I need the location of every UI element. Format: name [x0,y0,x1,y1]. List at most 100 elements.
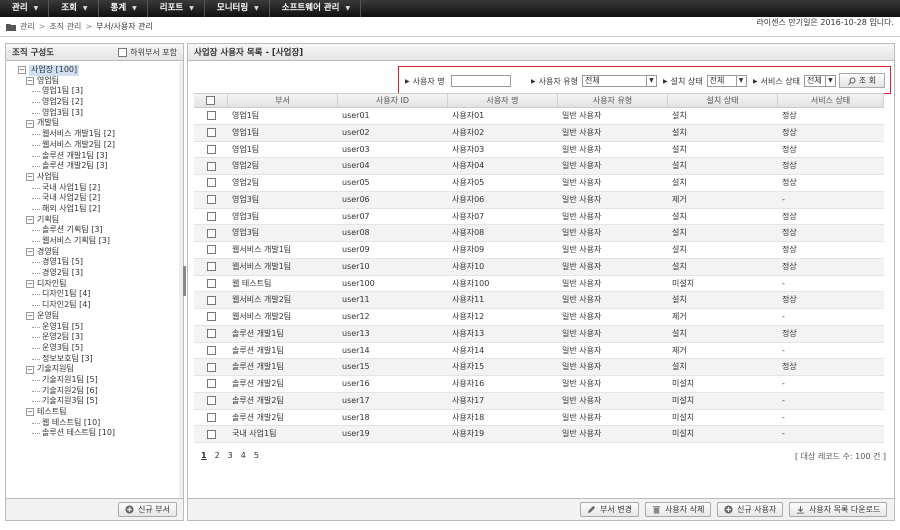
table-row[interactable]: 솔루션 개발2팀 user18 사용자18 일반 사용자 미설치 - [194,410,884,427]
row-checkbox[interactable] [206,429,216,439]
tree-leaf-node[interactable]: 운영2팀 [3] [18,332,183,343]
row-checkbox[interactable] [206,195,216,205]
table-row[interactable]: 영업3팀 user06 사용자06 일반 사용자 제거 - [194,191,884,209]
tree-leaf-node[interactable]: 해외 사업1팀 [2] [18,204,183,215]
collapse-toggle-icon[interactable]: − [26,280,34,289]
table-row[interactable]: 영업2팀 user05 사용자05 일반 사용자 설치 정상 [194,175,884,192]
menu-stats[interactable]: 통계 ▼ [99,0,148,17]
row-checkbox[interactable] [206,228,216,238]
select-all-checkbox[interactable] [206,96,215,105]
tree-folder-node[interactable]: − 경영팀 [18,247,183,258]
tree-leaf-node[interactable]: 솔루션 개발1팀 [3] [18,151,183,162]
table-row[interactable]: 솔루션 개발1팀 user14 사용자14 일반 사용자 제거 - [194,343,884,360]
row-checkbox[interactable] [206,211,216,221]
service-status-select[interactable]: 전체 ▼ [803,75,836,87]
download-list-button[interactable]: 사용자 목록 다운로드 [789,502,888,517]
tree-leaf-node[interactable]: 웹서비스 개발1팀 [2] [18,129,183,140]
tree-leaf-node[interactable]: 기술지원2팀 [6] [18,386,183,397]
column-header[interactable]: 사용자 명 [448,94,558,107]
tree-folder-node[interactable]: − 개발팀 [18,118,183,129]
table-row[interactable]: 영업1팀 user02 사용자02 일반 사용자 설치 정상 [194,124,884,142]
tree-folder-node[interactable]: − 사업팀 [18,172,183,183]
search-button[interactable]: 조 회 [839,73,885,88]
table-row[interactable]: 솔루션 개발2팀 user16 사용자16 일반 사용자 미설치 - [194,376,884,393]
table-row[interactable]: 영업3팀 user08 사용자08 일반 사용자 설치 정상 [194,225,884,242]
breadcrumb-item[interactable]: 조직 관리 [49,21,81,32]
page-link[interactable]: 2 [215,451,220,460]
add-user-button[interactable]: 신규 사용자 [717,502,784,517]
collapse-toggle-icon[interactable]: − [26,365,34,374]
row-checkbox[interactable] [206,379,216,389]
tree-leaf-node[interactable]: 웹서비스 개발2팀 [2] [18,140,183,151]
tree-folder-node[interactable]: − 기술지원팀 [18,364,183,375]
collapse-toggle-icon[interactable]: − [26,173,34,182]
menu-manage[interactable]: 관리 ▼ [0,0,50,17]
row-checkbox[interactable] [206,329,216,339]
tree-leaf-node[interactable]: 경영2팀 [3] [18,268,183,279]
add-dept-button[interactable]: 신규 부서 [118,502,177,517]
page-link[interactable]: 4 [241,451,246,460]
panel-splitter[interactable] [183,266,186,296]
table-row[interactable]: 솔루션 개발1팀 user15 사용자15 일반 사용자 설치 정상 [194,359,884,376]
tree-leaf-node[interactable]: 솔루션 기획팀 [3] [18,225,183,236]
column-header[interactable]: 사용자 ID [338,94,448,107]
menu-software[interactable]: 소프트웨어 관리 ▼ [270,0,362,17]
table-row[interactable]: 웹서비스 개발1팀 user10 사용자10 일반 사용자 설치 정상 [194,258,884,276]
collapse-toggle-icon[interactable]: − [26,408,34,417]
tree-leaf-node[interactable]: 기술지원1팀 [5] [18,375,183,386]
row-checkbox[interactable] [206,278,216,288]
collapse-toggle-icon[interactable]: − [26,119,34,128]
row-checkbox[interactable] [206,161,216,171]
page-link[interactable]: 5 [254,451,259,460]
include-sub-checkbox[interactable]: 하위부서 포함 [118,47,177,58]
collapse-toggle-icon[interactable]: − [26,77,34,86]
row-checkbox[interactable] [206,262,216,272]
table-row[interactable]: 영업1팀 user03 사용자03 일반 사용자 설치 정상 [194,142,884,159]
tree-leaf-node[interactable]: 웹서비스 기획팀 [3] [18,236,183,247]
tree-folder-node[interactable]: − 사업장 [100] [18,65,183,76]
table-row[interactable]: 영업1팀 user01 사용자01 일반 사용자 설치 정상 [194,108,884,125]
tree-folder-node[interactable]: − 영업팀 [18,76,183,87]
table-row[interactable]: 영업2팀 user04 사용자04 일반 사용자 설치 정상 [194,158,884,175]
tree-leaf-node[interactable]: 영업3팀 [3] [18,108,183,119]
tree-leaf-node[interactable]: 솔루션 테스트팀 [10] [18,428,183,439]
row-checkbox[interactable] [206,178,216,188]
tree-leaf-node[interactable]: 국내 사업2팀 [2] [18,193,183,204]
column-header[interactable]: 사용자 유형 [558,94,668,107]
collapse-toggle-icon[interactable]: − [26,312,34,321]
tree-folder-node[interactable]: − 기획팀 [18,215,183,226]
menu-view[interactable]: 조회 ▼ [49,0,99,17]
delete-user-button[interactable]: 사용자 삭제 [645,502,712,517]
row-checkbox[interactable] [206,396,216,406]
menu-report[interactable]: 리포트 ▼ [148,0,205,17]
table-row[interactable]: 솔루션 개발1팀 user13 사용자13 일반 사용자 설치 정상 [194,325,884,343]
tree-folder-node[interactable]: − 테스트팀 [18,407,183,418]
user-name-input[interactable] [450,75,511,87]
table-row[interactable]: 솔루션 개발2팀 user17 사용자17 일반 사용자 미설치 - [194,392,884,410]
collapse-toggle-icon[interactable]: − [26,248,34,257]
page-link[interactable]: 3 [228,451,233,460]
page-link[interactable]: 1 [201,451,207,460]
tree-leaf-node[interactable]: 영업1팀 [3] [18,86,183,97]
row-checkbox[interactable] [206,111,216,121]
tree-leaf-node[interactable]: 디자인1팀 [4] [18,289,183,300]
tree-leaf-node[interactable]: 국내 사업1팀 [2] [18,183,183,194]
tree-leaf-node[interactable]: 디자인2팀 [4] [18,300,183,311]
column-header[interactable]: 설치 상태 [668,94,778,107]
row-checkbox[interactable] [206,412,216,422]
tree-leaf-node[interactable]: 웹 테스트팀 [10] [18,418,183,429]
collapse-toggle-icon[interactable]: − [26,215,34,224]
menu-monitoring[interactable]: 모니터링 ▼ [205,0,270,17]
user-type-select[interactable]: 전체 ▼ [581,75,657,87]
breadcrumb-item[interactable]: 관리 [20,21,35,32]
table-row[interactable]: 웹서비스 개발2팀 user12 사용자12 일반 사용자 제거 - [194,309,884,326]
column-header[interactable]: 서비스 상태 [778,94,884,107]
table-row[interactable]: 웹서비스 개발2팀 user11 사용자11 일반 사용자 설치 정상 [194,292,884,309]
table-row[interactable]: 국내 사업1팀 user19 사용자19 일반 사용자 미설치 - [194,426,884,443]
row-checkbox[interactable] [206,345,216,355]
tree-folder-node[interactable]: − 운영팀 [18,311,183,322]
install-status-select[interactable]: 전체 ▼ [706,75,747,87]
row-checkbox[interactable] [206,362,216,372]
tree-leaf-node[interactable]: 운영1팀 [5] [18,322,183,333]
column-header[interactable]: 부서 [228,94,338,107]
